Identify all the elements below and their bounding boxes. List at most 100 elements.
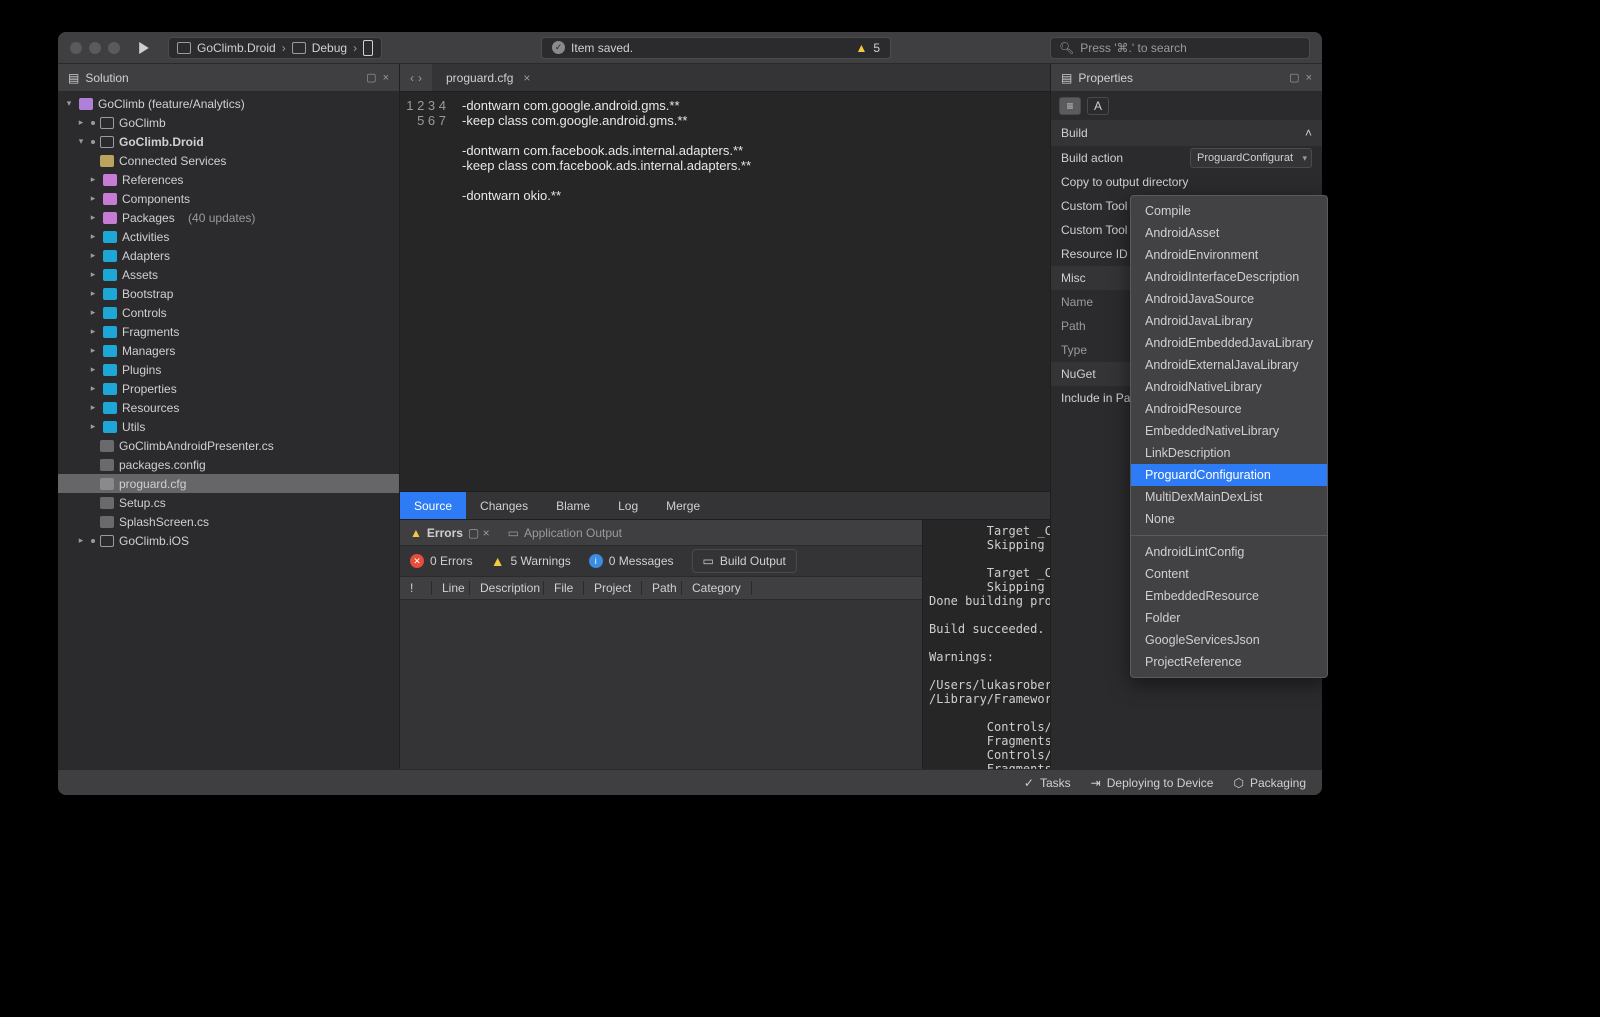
- tree-properties[interactable]: ▸Properties: [58, 379, 399, 398]
- tree-packages[interactable]: ▸Packages (40 updates): [58, 208, 399, 227]
- dropdown-item[interactable]: AndroidJavaLibrary: [1131, 310, 1327, 332]
- dropdown-item[interactable]: AndroidJavaSource: [1131, 288, 1327, 310]
- pin-icon[interactable]: ▢: [1289, 71, 1299, 84]
- tree-managers[interactable]: ▸Managers: [58, 341, 399, 360]
- solution-root[interactable]: ▾GoClimb (feature/Analytics): [58, 94, 399, 113]
- dropdown-item[interactable]: Compile: [1131, 200, 1327, 222]
- prop-categorized-icon[interactable]: ≡: [1059, 97, 1081, 115]
- nav-forward-button[interactable]: ›: [418, 71, 422, 85]
- tab-close-icon[interactable]: ×: [523, 71, 530, 85]
- tab-blame[interactable]: Blame: [542, 492, 604, 519]
- project-goclimb-droid[interactable]: ▾GoClimb.Droid: [58, 132, 399, 151]
- folder-icon: [103, 269, 117, 281]
- errors-filter[interactable]: ✕0 Errors: [410, 554, 473, 568]
- status-packaging[interactable]: ⬡Packaging: [1233, 776, 1306, 790]
- code-content[interactable]: -dontwarn com.google.android.gms.** -kee…: [456, 92, 751, 491]
- zoom-dot-icon[interactable]: [108, 42, 120, 54]
- dropdown-item[interactable]: ProjectReference: [1131, 651, 1327, 673]
- global-search[interactable]: 🔍︎ Press '⌘.' to search: [1050, 37, 1310, 59]
- project-goclimb[interactable]: ▸GoClimb: [58, 113, 399, 132]
- col-path[interactable]: Path: [642, 581, 682, 595]
- tree-fragments[interactable]: ▸Fragments: [58, 322, 399, 341]
- row-copy-output[interactable]: Copy to output directory: [1051, 170, 1322, 194]
- tab-changes[interactable]: Changes: [466, 492, 542, 519]
- tab-source[interactable]: Source: [400, 492, 466, 519]
- nav-back-button[interactable]: ‹: [410, 71, 414, 85]
- build-action-select[interactable]: ProguardConfiguration ▾: [1190, 148, 1312, 168]
- close-icon[interactable]: ×: [383, 72, 389, 84]
- col-project[interactable]: Project: [584, 581, 642, 595]
- dropdown-item[interactable]: Content: [1131, 563, 1327, 585]
- dropdown-item[interactable]: LinkDescription: [1131, 442, 1327, 464]
- dropdown-item[interactable]: AndroidEmbeddedJavaLibrary: [1131, 332, 1327, 354]
- messages-filter[interactable]: i0 Messages: [589, 554, 674, 568]
- code-editor[interactable]: 1 2 3 4 5 6 7 -dontwarn com.google.andro…: [400, 92, 1050, 491]
- dropdown-item[interactable]: AndroidNativeLibrary: [1131, 376, 1327, 398]
- tree-file-splash[interactable]: SplashScreen.cs: [58, 512, 399, 531]
- dropdown-item[interactable]: AndroidEnvironment: [1131, 244, 1327, 266]
- build-action-dropdown[interactable]: CompileAndroidAssetAndroidEnvironmentAnd…: [1130, 195, 1328, 678]
- tree-plugins[interactable]: ▸Plugins: [58, 360, 399, 379]
- folder-icon: [103, 345, 117, 357]
- dropdown-item[interactable]: Folder: [1131, 607, 1327, 629]
- minimize-dot-icon[interactable]: [89, 42, 101, 54]
- section-build[interactable]: Build ˄: [1051, 120, 1322, 146]
- folder-icon: [103, 174, 117, 186]
- status-tasks[interactable]: ✓Tasks: [1024, 776, 1071, 790]
- tab-merge[interactable]: Merge: [652, 492, 714, 519]
- col-category[interactable]: Category: [682, 581, 752, 595]
- dropdown-item[interactable]: None: [1131, 508, 1327, 530]
- dropdown-item[interactable]: AndroidInterfaceDescription: [1131, 266, 1327, 288]
- tree-resources[interactable]: ▸Resources: [58, 398, 399, 417]
- prop-alphabetical-icon[interactable]: A: [1087, 97, 1109, 115]
- window-controls[interactable]: [70, 42, 120, 54]
- tab-log[interactable]: Log: [604, 492, 652, 519]
- tree-file-proguard[interactable]: proguard.cfg: [58, 474, 399, 493]
- project-goclimb-ios[interactable]: ▸GoClimb.iOS: [58, 531, 399, 550]
- tree-assets[interactable]: ▸Assets: [58, 265, 399, 284]
- tree-file-presenter[interactable]: GoClimbAndroidPresenter.cs: [58, 436, 399, 455]
- dropdown-item[interactable]: AndroidAsset: [1131, 222, 1327, 244]
- search-icon: 🔍︎: [1059, 41, 1074, 55]
- tree-components[interactable]: ▸Components: [58, 189, 399, 208]
- properties-title: Properties: [1078, 71, 1133, 85]
- run-button[interactable]: [132, 38, 156, 58]
- tree-utils[interactable]: ▸Utils: [58, 417, 399, 436]
- warnings-filter[interactable]: ▲5 Warnings: [491, 553, 571, 569]
- dropdown-item[interactable]: GoogleServicesJson: [1131, 629, 1327, 651]
- dropdown-item[interactable]: EmbeddedResource: [1131, 585, 1327, 607]
- pin-icon[interactable]: ▢: [366, 71, 376, 84]
- tree-file-packages-config[interactable]: packages.config: [58, 455, 399, 474]
- build-output-text[interactable]: Target _C Skipping Target _C Skipping Do…: [922, 520, 1050, 769]
- close-dot-icon[interactable]: [70, 42, 82, 54]
- dropdown-item[interactable]: ProguardConfiguration: [1131, 464, 1327, 486]
- tree-controls[interactable]: ▸Controls: [58, 303, 399, 322]
- build-output-button[interactable]: ▭Build Output: [692, 549, 797, 573]
- tree-adapters[interactable]: ▸Adapters: [58, 246, 399, 265]
- dropdown-item[interactable]: AndroidExternalJavaLibrary: [1131, 354, 1327, 376]
- close-icon[interactable]: ×: [1306, 72, 1312, 84]
- col-line[interactable]: Line: [432, 581, 470, 595]
- pin-icon[interactable]: ▢ ×: [468, 526, 490, 540]
- editor-tab-proguard[interactable]: proguard.cfg ×: [432, 64, 544, 91]
- dropdown-item[interactable]: AndroidResource: [1131, 398, 1327, 420]
- col-severity[interactable]: !: [400, 581, 432, 595]
- errors-tab[interactable]: Errors: [427, 526, 463, 540]
- tree-references[interactable]: ▸References: [58, 170, 399, 189]
- status-pill[interactable]: ✓ Item saved. ▲ 5: [541, 37, 891, 59]
- col-description[interactable]: Description: [470, 581, 544, 595]
- application-output-tab[interactable]: Application Output: [524, 526, 622, 540]
- run-config-selector[interactable]: GoClimb.Droid › Debug ›: [168, 37, 382, 59]
- col-file[interactable]: File: [544, 581, 584, 595]
- tree-activities[interactable]: ▸Activities: [58, 227, 399, 246]
- errors-table[interactable]: ! Line Description File Project Path Cat…: [400, 576, 922, 769]
- crumb-config: Debug: [312, 41, 347, 55]
- dropdown-item[interactable]: AndroidLintConfig: [1131, 541, 1327, 563]
- dropdown-item[interactable]: MultiDexMainDexList: [1131, 486, 1327, 508]
- tree-file-setup[interactable]: Setup.cs: [58, 493, 399, 512]
- tree-connected-services[interactable]: Connected Services: [58, 151, 399, 170]
- solution-tree[interactable]: ▾GoClimb (feature/Analytics) ▸GoClimb ▾G…: [58, 92, 399, 769]
- status-deploying[interactable]: ⇥Deploying to Device: [1091, 776, 1214, 790]
- dropdown-item[interactable]: EmbeddedNativeLibrary: [1131, 420, 1327, 442]
- tree-bootstrap[interactable]: ▸Bootstrap: [58, 284, 399, 303]
